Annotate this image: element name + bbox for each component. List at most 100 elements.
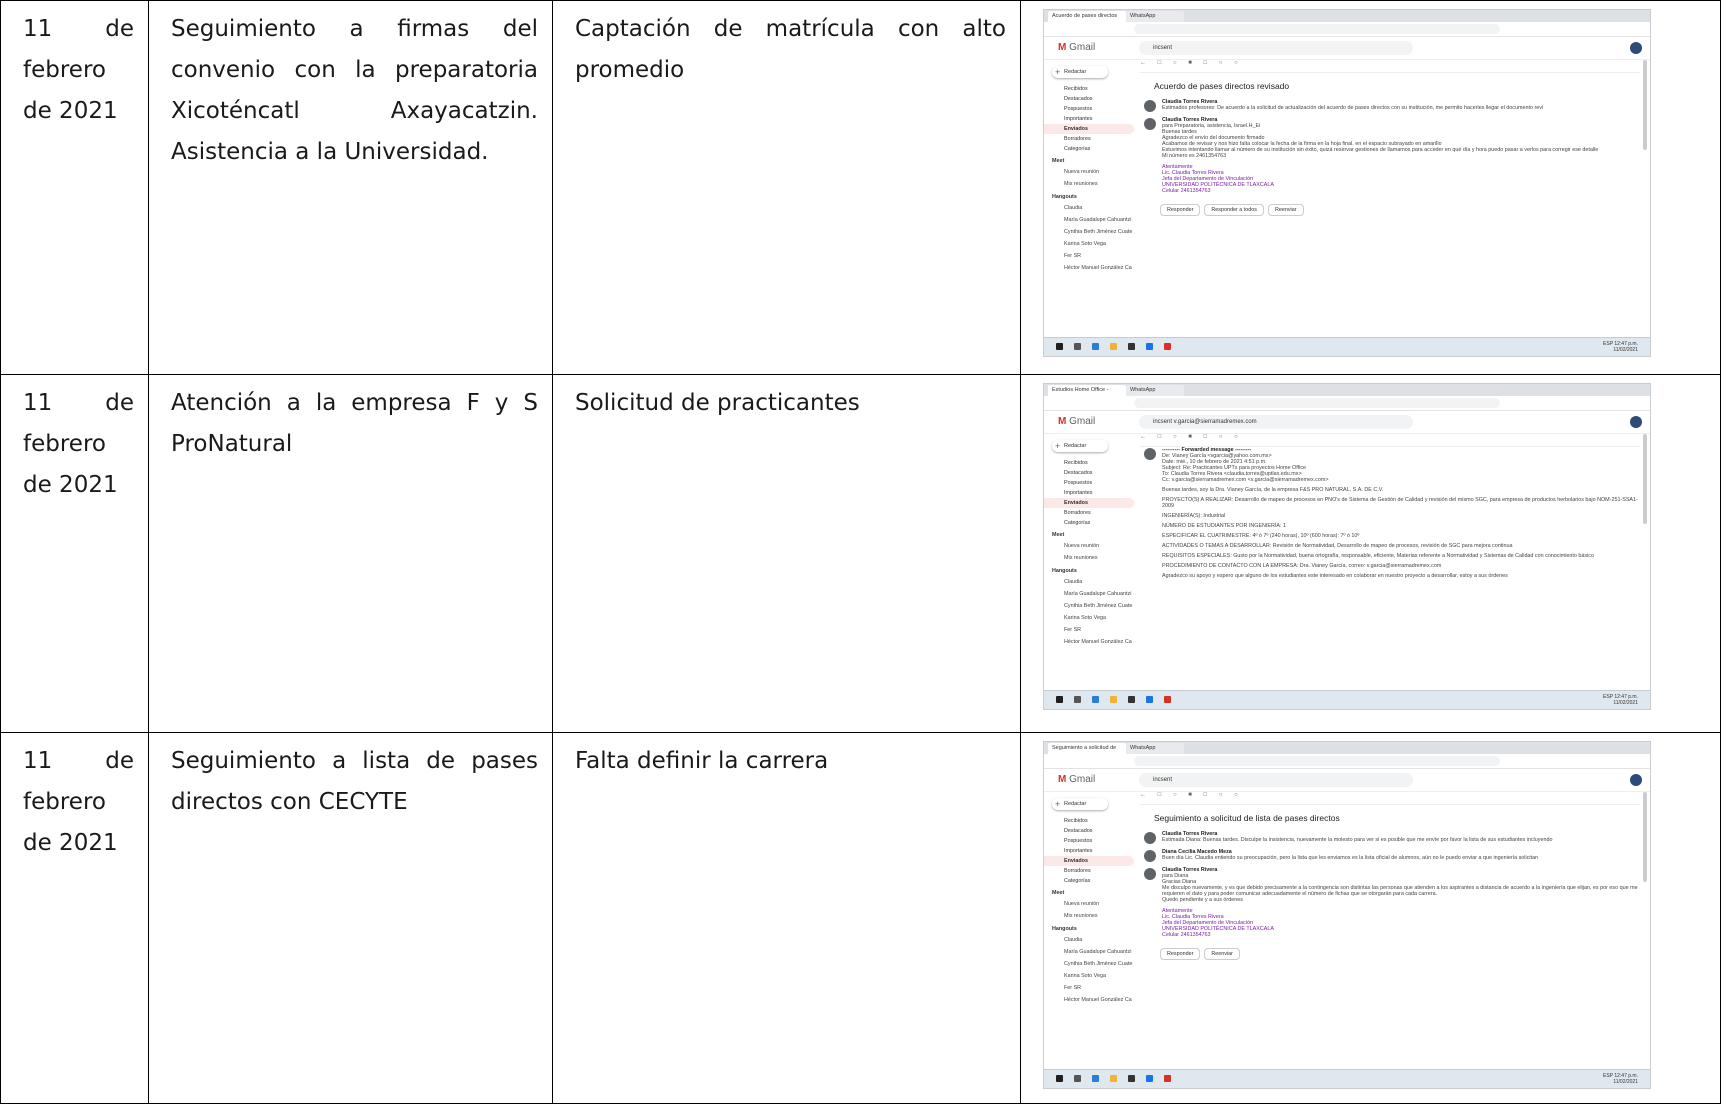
reply-button[interactable]: Reenviar: [1204, 948, 1240, 960]
sidebar-item[interactable]: Enviados: [1044, 856, 1134, 866]
avatar[interactable]: [1630, 42, 1642, 54]
sidebar-item[interactable]: Destacados: [1044, 94, 1134, 104]
taskbar-app-icon[interactable]: [1146, 343, 1153, 350]
url-field[interactable]: [1134, 756, 1500, 766]
scrollbar[interactable]: [1643, 434, 1647, 524]
compose-button[interactable]: Redactar: [1052, 440, 1108, 452]
sidebar-item[interactable]: Destacados: [1044, 826, 1134, 836]
taskbar-app-icon[interactable]: [1056, 1075, 1063, 1082]
reply-button[interactable]: Reenviar: [1267, 204, 1304, 216]
search-input[interactable]: incsent v.garcia@sierramadremex.com: [1139, 415, 1413, 429]
taskbar-app-icon[interactable]: [1092, 1075, 1099, 1082]
taskbar-app-icon[interactable]: [1110, 1075, 1117, 1082]
meet-item[interactable]: Mis reuniones: [1044, 910, 1134, 922]
taskbar-app-icon[interactable]: [1146, 1075, 1153, 1082]
hangouts-contact[interactable]: Claudia: [1044, 202, 1134, 214]
browser-tab[interactable]: Seguimiento a solicitud de lis...: [1048, 743, 1126, 762]
sidebar-item[interactable]: Borradores: [1044, 134, 1134, 144]
taskbar-app-icon[interactable]: [1146, 696, 1153, 703]
browser-tab[interactable]: WhatsApp: [1126, 743, 1184, 754]
reply-button[interactable]: Responder: [1160, 204, 1201, 216]
sidebar-item[interactable]: Categorías: [1044, 144, 1134, 154]
sidebar-item[interactable]: Categorías: [1044, 876, 1134, 886]
meet-item[interactable]: Nueva reunión: [1044, 898, 1134, 910]
search-input[interactable]: incsent: [1139, 773, 1413, 787]
reply-button[interactable]: Responder: [1160, 948, 1201, 960]
hangouts-contact[interactable]: Claudia: [1044, 576, 1134, 588]
taskbar-app-icon[interactable]: [1164, 1075, 1171, 1082]
sidebar-item[interactable]: Importantes: [1044, 846, 1134, 856]
taskbar-app-icon[interactable]: [1128, 1075, 1135, 1082]
compose-button[interactable]: Redactar: [1052, 798, 1108, 810]
hangouts-contact[interactable]: Héctor Manuel González Ca: [1044, 636, 1134, 648]
browser-tab[interactable]: WhatsApp: [1126, 385, 1184, 396]
taskbar-app-icon[interactable]: [1110, 343, 1117, 350]
hangouts-contact[interactable]: Héctor Manuel González Ca: [1044, 994, 1134, 1006]
meet-item[interactable]: Mis reuniones: [1044, 178, 1134, 190]
sidebar-item[interactable]: Borradores: [1044, 508, 1134, 518]
hangouts-contact[interactable]: Fer SR: [1044, 624, 1134, 636]
hangouts-contact[interactable]: Cynthia Beth Jiménez Cuate: [1044, 958, 1134, 970]
sidebar-item[interactable]: Importantes: [1044, 488, 1134, 498]
hangouts-contact[interactable]: Cynthia Beth Jiménez Cuate: [1044, 226, 1134, 238]
sidebar-item[interactable]: Recibidos: [1044, 84, 1134, 94]
taskbar-app-icon[interactable]: [1110, 696, 1117, 703]
taskbar-app-icon[interactable]: [1056, 343, 1063, 350]
compose-button[interactable]: Redactar: [1052, 66, 1108, 78]
browser-tab[interactable]: Acuerdo de pases directos re...: [1048, 11, 1126, 30]
taskbar-app-icon[interactable]: [1164, 696, 1171, 703]
language-indicator[interactable]: ESP: [1603, 341, 1613, 347]
sidebar-item[interactable]: Recibidos: [1044, 816, 1134, 826]
taskbar-app-icon[interactable]: [1074, 343, 1081, 350]
sidebar-item[interactable]: Categorías: [1044, 518, 1134, 528]
hangouts-contact[interactable]: Fer SR: [1044, 982, 1134, 994]
taskbar-app-icon[interactable]: [1074, 1075, 1081, 1082]
meet-item[interactable]: Nueva reunión: [1044, 540, 1134, 552]
hangouts-contact[interactable]: Karina Soto Vega: [1044, 238, 1134, 250]
url-field[interactable]: [1134, 398, 1500, 408]
avatar[interactable]: [1630, 774, 1642, 786]
hangouts-contact[interactable]: María Guadalupe Cahuantzi: [1044, 588, 1134, 600]
sidebar-item[interactable]: Borradores: [1044, 866, 1134, 876]
clock-date[interactable]: 11/02/2021: [1613, 1079, 1638, 1085]
taskbar-app-icon[interactable]: [1164, 343, 1171, 350]
avatar[interactable]: [1630, 416, 1642, 428]
taskbar-app-icon[interactable]: [1092, 696, 1099, 703]
hangouts-contact[interactable]: Karina Soto Vega: [1044, 970, 1134, 982]
clock-date[interactable]: 11/02/2021: [1613, 347, 1638, 353]
taskbar-app-icon[interactable]: [1056, 696, 1063, 703]
gmail-logo[interactable]: M Gmail: [1058, 774, 1095, 785]
hangouts-contact[interactable]: María Guadalupe Cahuantzi: [1044, 214, 1134, 226]
sidebar-item[interactable]: Destacados: [1044, 468, 1134, 478]
taskbar-app-icon[interactable]: [1128, 343, 1135, 350]
taskbar-app-icon[interactable]: [1092, 343, 1099, 350]
hangouts-contact[interactable]: Fer SR: [1044, 250, 1134, 262]
gmail-logo[interactable]: M Gmail: [1058, 42, 1095, 53]
taskbar-app-icon[interactable]: [1074, 696, 1081, 703]
hangouts-contact[interactable]: Claudia: [1044, 934, 1134, 946]
browser-tab[interactable]: WhatsApp: [1126, 11, 1184, 22]
sidebar-item[interactable]: Pospuestos: [1044, 478, 1134, 488]
language-indicator[interactable]: ESP: [1603, 694, 1613, 700]
sidebar-item[interactable]: Pospuestos: [1044, 836, 1134, 846]
sidebar-item[interactable]: Importantes: [1044, 114, 1134, 124]
hangouts-contact[interactable]: Héctor Manuel González Ca: [1044, 262, 1134, 274]
meet-item[interactable]: Nueva reunión: [1044, 166, 1134, 178]
sidebar-item[interactable]: Pospuestos: [1044, 104, 1134, 114]
sidebar-item[interactable]: Enviados: [1044, 124, 1134, 134]
browser-tab[interactable]: Estudios Home Office - clau...: [1048, 385, 1126, 404]
hangouts-contact[interactable]: María Guadalupe Cahuantzi: [1044, 946, 1134, 958]
gmail-logo[interactable]: M Gmail: [1058, 416, 1095, 427]
scrollbar[interactable]: [1643, 60, 1647, 150]
hangouts-contact[interactable]: Cynthia Beth Jiménez Cuate: [1044, 600, 1134, 612]
url-field[interactable]: [1134, 24, 1500, 34]
scrollbar[interactable]: [1643, 792, 1647, 882]
hangouts-contact[interactable]: Karina Soto Vega: [1044, 612, 1134, 624]
search-input[interactable]: incsent: [1139, 41, 1413, 55]
taskbar-app-icon[interactable]: [1128, 696, 1135, 703]
sidebar-item[interactable]: Enviados: [1044, 498, 1134, 508]
sidebar-item[interactable]: Recibidos: [1044, 458, 1134, 468]
language-indicator[interactable]: ESP: [1603, 1073, 1613, 1079]
reply-button[interactable]: Responder a todos: [1204, 204, 1264, 216]
clock-date[interactable]: 11/02/2021: [1613, 700, 1638, 706]
